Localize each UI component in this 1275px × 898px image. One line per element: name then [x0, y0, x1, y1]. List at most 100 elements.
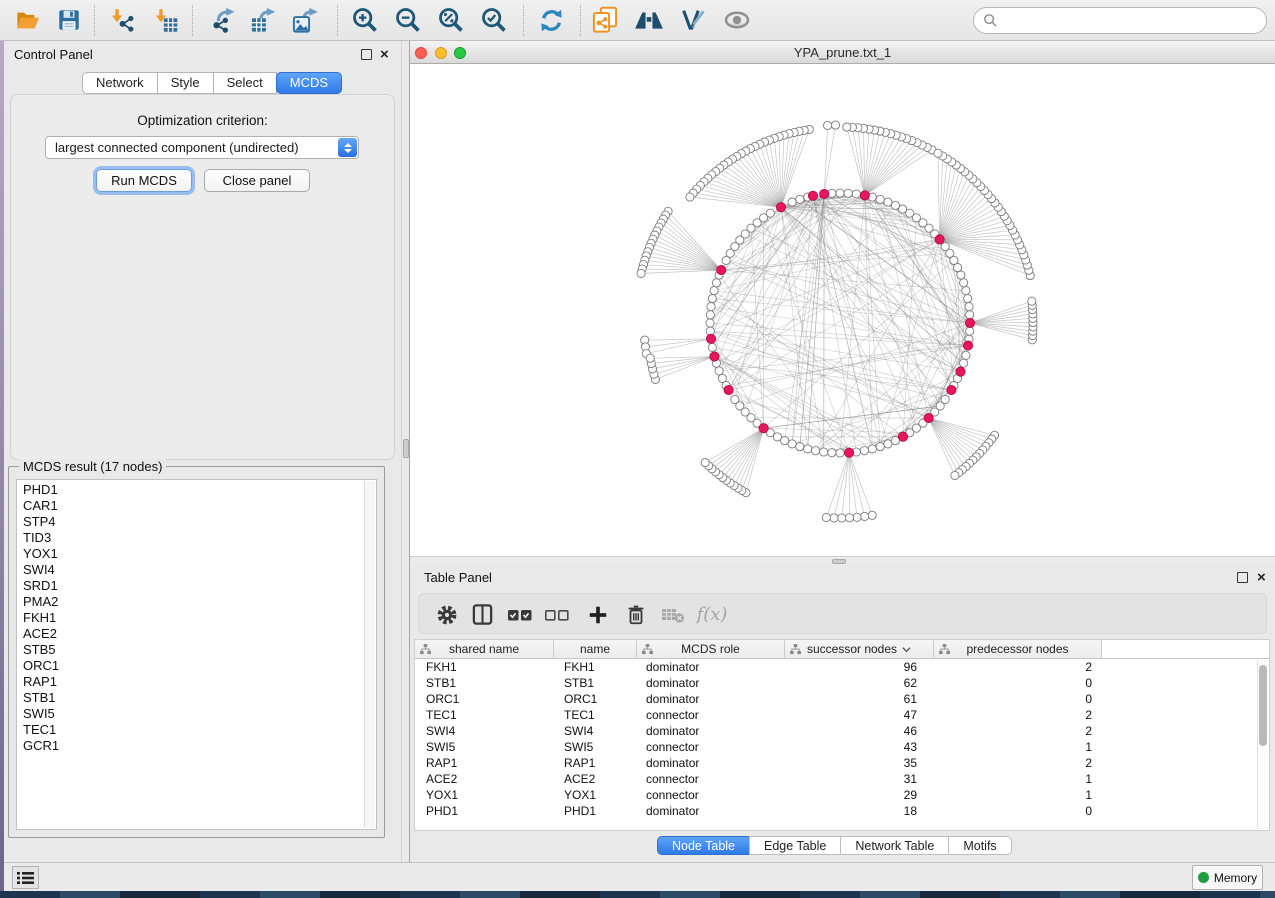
cell-successor_nodes[interactable]: 35 — [785, 755, 934, 771]
network-node[interactable] — [796, 443, 804, 451]
cell-name[interactable]: SWI5 — [554, 739, 637, 755]
network-node[interactable] — [712, 279, 720, 287]
network-hub-node[interactable] — [724, 385, 733, 394]
mcds-result-item[interactable]: FKH1 — [17, 610, 376, 626]
network-node[interactable] — [962, 351, 970, 359]
network-node[interactable] — [820, 448, 828, 456]
network-node[interactable] — [706, 319, 714, 327]
network-node[interactable] — [960, 279, 968, 287]
import-table-icon[interactable] — [148, 3, 182, 37]
tab-mcds[interactable]: MCDS — [276, 72, 342, 94]
network-node[interactable] — [708, 343, 716, 351]
float-panel-icon[interactable] — [1237, 572, 1248, 583]
network-hub-node[interactable] — [898, 432, 907, 441]
run-mcds-button[interactable]: Run MCDS — [96, 169, 192, 192]
column-header-MCDS-role[interactable]: MCDS role — [637, 640, 785, 658]
cell-mcds_role[interactable]: connector — [637, 771, 785, 787]
column-header-predecessor-nodes[interactable]: predecessor nodes — [934, 640, 1102, 658]
network-node[interactable] — [884, 440, 892, 448]
tab-network[interactable]: Network — [82, 72, 158, 94]
cell-mcds_role[interactable]: dominator — [637, 723, 785, 739]
network-hub-node[interactable] — [860, 191, 869, 200]
network-graph[interactable] — [410, 64, 1275, 556]
horizontal-splitter[interactable] — [410, 556, 1275, 565]
network-node[interactable] — [852, 190, 860, 198]
cell-mcds_role[interactable]: dominator — [637, 675, 785, 691]
mcds-result-item[interactable]: STB1 — [17, 690, 376, 706]
mcds-result-item[interactable]: SRD1 — [17, 578, 376, 594]
network-node[interactable] — [788, 198, 796, 206]
tab-edge-table[interactable]: Edge Table — [749, 836, 841, 855]
settings-gear-icon[interactable] — [431, 599, 463, 630]
zoom-out-icon[interactable] — [391, 3, 425, 37]
close-panel-button[interactable]: Close panel — [204, 169, 310, 192]
network-node[interactable] — [941, 243, 949, 251]
network-hub-node[interactable] — [956, 367, 965, 376]
cell-name[interactable]: TEC1 — [554, 707, 637, 723]
network-hub-node[interactable] — [759, 424, 768, 433]
task-history-button[interactable] — [12, 866, 39, 889]
network-node[interactable] — [838, 514, 846, 522]
mcds-result-list[interactable]: PHD1CAR1STP4TID3YOX1SWI4SRD1PMA2FKH1ACE2… — [16, 479, 377, 830]
cell-successor_nodes[interactable]: 43 — [785, 739, 934, 755]
network-node[interactable] — [796, 195, 804, 203]
clear-table-icon[interactable] — [657, 599, 689, 630]
open-icon[interactable] — [10, 3, 44, 37]
mcds-list-scrollbar[interactable] — [364, 481, 375, 828]
cell-predecessor_nodes[interactable]: 1 — [934, 771, 1102, 787]
table-row[interactable]: RAP1RAP1dominator352 — [415, 755, 1269, 771]
import-network-icon[interactable] — [104, 3, 138, 37]
zoom-selected-icon[interactable] — [477, 3, 511, 37]
cell-successor_nodes[interactable]: 62 — [785, 675, 934, 691]
mcds-result-item[interactable]: SWI4 — [17, 562, 376, 578]
cell-mcds_role[interactable]: connector — [637, 707, 785, 723]
cell-name[interactable]: ORC1 — [554, 691, 637, 707]
refresh-icon[interactable] — [534, 3, 568, 37]
column-header-successor-nodes[interactable]: successor nodes — [785, 640, 934, 658]
table-row[interactable]: SWI4SWI4dominator462 — [415, 723, 1269, 739]
tab-network-table[interactable]: Network Table — [840, 836, 949, 855]
network-node[interactable] — [706, 311, 714, 319]
network-node[interactable] — [836, 189, 844, 197]
network-hub-node[interactable] — [935, 235, 944, 244]
splitter-handle[interactable] — [403, 439, 409, 458]
table-row[interactable]: STB1STB1dominator620 — [415, 675, 1269, 691]
network-hub-node[interactable] — [710, 352, 719, 361]
tab-select[interactable]: Select — [213, 72, 277, 94]
cell-name[interactable]: SWI4 — [554, 723, 637, 739]
cell-name[interactable]: RAP1 — [554, 755, 637, 771]
network-node[interactable] — [860, 447, 868, 455]
cell-mcds_role[interactable]: dominator — [637, 659, 785, 675]
cell-successor_nodes[interactable]: 47 — [785, 707, 934, 723]
cell-mcds_role[interactable]: dominator — [637, 755, 785, 771]
cell-shared_name[interactable]: PHD1 — [415, 803, 554, 819]
deselect-all-icon[interactable] — [541, 599, 573, 630]
close-panel-icon[interactable]: × — [380, 47, 389, 62]
network-hub-node[interactable] — [717, 266, 726, 275]
function-builder-icon[interactable]: f(x) — [696, 599, 728, 630]
network-node[interactable] — [824, 121, 832, 129]
network-node[interactable] — [845, 514, 853, 522]
cell-predecessor_nodes[interactable]: 2 — [934, 723, 1102, 739]
network-node[interactable] — [804, 445, 812, 453]
mcds-result-item[interactable]: PMA2 — [17, 594, 376, 610]
network-node[interactable] — [646, 354, 654, 362]
network-node[interactable] — [828, 449, 836, 457]
mcds-result-item[interactable]: RAP1 — [17, 674, 376, 690]
table-row[interactable]: TEC1TEC1connector472 — [415, 707, 1269, 723]
network-node[interactable] — [964, 295, 972, 303]
network-hub-node[interactable] — [947, 385, 956, 394]
cell-shared_name[interactable]: STB1 — [415, 675, 554, 691]
network-node[interactable] — [831, 121, 839, 129]
tab-node-table[interactable]: Node Table — [657, 836, 750, 855]
delete-column-icon[interactable] — [620, 599, 652, 630]
cell-predecessor_nodes[interactable]: 0 — [934, 803, 1102, 819]
network-node[interactable] — [951, 471, 959, 479]
network-node[interactable] — [868, 511, 876, 519]
mcds-result-item[interactable]: TID3 — [17, 530, 376, 546]
network-node[interactable] — [957, 271, 965, 279]
hide-details-icon[interactable] — [676, 3, 710, 37]
cell-shared_name[interactable]: RAP1 — [415, 755, 554, 771]
cell-predecessor_nodes[interactable]: 0 — [934, 675, 1102, 691]
network-node[interactable] — [941, 395, 949, 403]
